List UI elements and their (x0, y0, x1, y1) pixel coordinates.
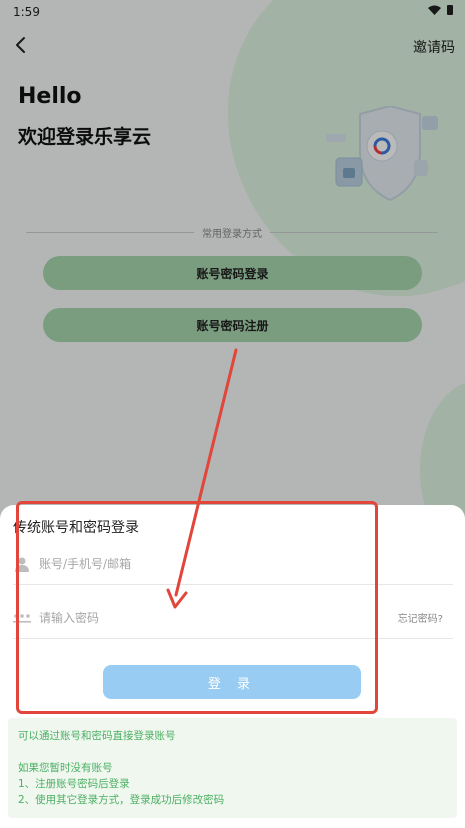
annotation-highlight-box (16, 501, 378, 714)
info-box: 可以通过账号和密码直接登录账号 如果您暂时没有账号 1、注册账号密码后登录 2、… (8, 718, 457, 818)
forgot-password-link[interactable]: 忘记密码? (398, 610, 453, 625)
info-line: 2、使用其它登录方式，登录成功后修改密码 (18, 794, 225, 806)
info-line: 1、注册账号密码后登录 (18, 778, 130, 790)
info-line: 如果您暂时没有账号 (18, 762, 113, 774)
info-line: 可以通过账号和密码直接登录账号 (18, 730, 176, 742)
